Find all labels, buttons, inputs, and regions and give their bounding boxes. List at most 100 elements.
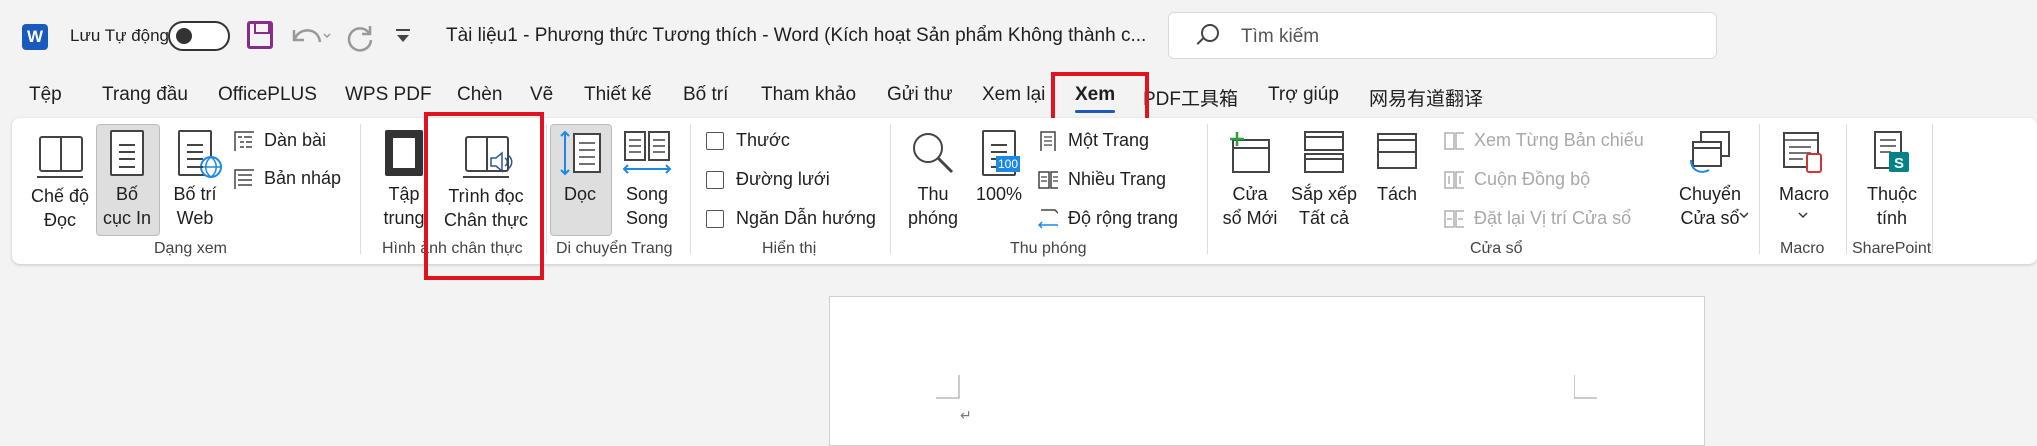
tab-references[interactable]: Tham khảo bbox=[761, 84, 856, 106]
margin-corner-right bbox=[1574, 375, 1597, 399]
svg-text:S: S bbox=[1894, 155, 1904, 172]
checkbox-icon bbox=[706, 170, 724, 189]
arrange-all-button[interactable]: Sắp xếp Tất cả bbox=[1288, 130, 1360, 230]
tab-help[interactable]: Trợ giúp bbox=[1268, 84, 1339, 106]
print-layout-label: Bố cục In bbox=[102, 184, 152, 228]
separator bbox=[1932, 124, 1933, 254]
customize-toolbar-icon[interactable] bbox=[393, 27, 415, 47]
navigation-pane-label: Ngăn Dẫn hướng bbox=[736, 208, 876, 228]
tab-wps-pdf[interactable]: WPS PDF bbox=[345, 84, 432, 106]
tab-home[interactable]: Trang đầu bbox=[102, 84, 188, 106]
search-box[interactable]: Tìm kiếm bbox=[1168, 12, 1717, 59]
sharepoint-properties-icon: S bbox=[1869, 130, 1915, 176]
reset-window-position-button[interactable]: Đặt lại Vị trí Cửa sổ bbox=[1444, 208, 1631, 229]
page-width-button[interactable]: Độ rộng trang bbox=[1038, 208, 1178, 229]
margin-corner-left bbox=[936, 375, 960, 399]
separator bbox=[1207, 124, 1208, 254]
immersive-reader-button[interactable]: Trình đọc Chân thực bbox=[438, 130, 534, 232]
redo-icon[interactable] bbox=[346, 20, 378, 52]
multiple-pages-button[interactable]: Nhiều Trang bbox=[1038, 169, 1166, 190]
group-label-immersive: Hình ảnh chân thực bbox=[382, 240, 523, 257]
separator bbox=[546, 124, 547, 254]
one-page-button[interactable]: Một Trang bbox=[1038, 130, 1149, 151]
tab-file[interactable]: Tệp bbox=[29, 84, 62, 106]
one-page-icon bbox=[1040, 130, 1056, 151]
macros-icon bbox=[1781, 130, 1827, 176]
arrange-all-icon bbox=[1301, 130, 1347, 176]
zoom-100-badge: 100 bbox=[996, 156, 1021, 172]
zoom-button[interactable]: Thu phóng bbox=[902, 130, 964, 230]
view-side-by-side-button[interactable]: Xem Từng Bản chiếu bbox=[1444, 130, 1644, 151]
separator bbox=[1846, 124, 1847, 254]
outline-label: Dàn bài bbox=[264, 130, 327, 150]
vertical-button[interactable]: Dọc bbox=[552, 130, 608, 206]
switch-windows-dropdown-icon[interactable] bbox=[1738, 210, 1750, 220]
gridlines-checkbox[interactable]: Đường lưới bbox=[706, 169, 830, 190]
new-window-button[interactable]: Cửa sổ Mới bbox=[1216, 130, 1284, 230]
side-to-side-button[interactable]: Song Song bbox=[618, 130, 676, 230]
tab-youdao-translate[interactable]: 网易有道翻译 bbox=[1369, 84, 1483, 111]
page-width-icon bbox=[1038, 208, 1058, 229]
navigation-pane-checkbox[interactable]: Ngăn Dẫn hướng bbox=[706, 208, 876, 229]
tab-officeplus[interactable]: OfficePLUS bbox=[218, 84, 317, 106]
group-label-zoom: Thu phóng bbox=[1010, 240, 1087, 257]
word-app-icon[interactable]: W bbox=[22, 24, 54, 50]
tab-mailings[interactable]: Gửi thư bbox=[887, 84, 953, 106]
globe-page-icon bbox=[178, 130, 222, 178]
tab-view[interactable]: Xem bbox=[1075, 84, 1116, 113]
draft-button[interactable]: Bản nháp bbox=[234, 168, 341, 189]
tab-review[interactable]: Xem lại bbox=[982, 84, 1045, 106]
focus-button[interactable]: Tập trung bbox=[376, 130, 432, 230]
read-mode-label: Chế độ Đọc bbox=[30, 186, 90, 230]
split-button[interactable]: Tách bbox=[1366, 130, 1428, 206]
sync-scroll-icon bbox=[1444, 170, 1464, 189]
side-by-side-icon bbox=[1444, 131, 1464, 150]
zoom-100-icon: 100 bbox=[982, 130, 1021, 176]
magnifier-icon bbox=[910, 130, 956, 176]
draft-label: Bản nháp bbox=[264, 168, 342, 188]
zoom-100-button[interactable]: 100 100% bbox=[970, 130, 1028, 206]
ruler-checkbox[interactable]: Thước bbox=[706, 130, 790, 151]
web-layout-button[interactable]: Bố trí Web bbox=[162, 130, 228, 230]
tab-layout[interactable]: Bố trí bbox=[683, 84, 728, 106]
page-icon bbox=[110, 130, 144, 176]
switch-windows-label: Chuyển Cửa sổ bbox=[1678, 184, 1742, 228]
checkbox-icon bbox=[706, 131, 724, 150]
multiple-pages-label: Nhiều Trang bbox=[1068, 169, 1167, 189]
separator bbox=[690, 124, 691, 254]
page-width-label: Độ rộng trang bbox=[1068, 208, 1179, 228]
tab-draw[interactable]: Vẽ bbox=[530, 84, 553, 106]
autosave-toggle[interactable] bbox=[168, 21, 230, 51]
book-icon bbox=[37, 130, 83, 178]
save-icon[interactable] bbox=[247, 21, 273, 49]
ribbon-tabs: Tệp Trang đầu OfficePLUS WPS PDF Chèn Vẽ… bbox=[0, 78, 2037, 118]
group-label-views: Dạng xem bbox=[154, 240, 227, 257]
group-label-window: Cửa sổ bbox=[1470, 240, 1523, 257]
properties-button[interactable]: S Thuộc tính bbox=[1856, 130, 1928, 230]
immersive-reader-label: Trình đọc Chân thực bbox=[443, 186, 529, 230]
tab-insert[interactable]: Chèn bbox=[457, 84, 502, 106]
separator bbox=[360, 124, 361, 254]
print-layout-button[interactable]: Bố cục In bbox=[98, 130, 156, 230]
outline-button[interactable]: Dàn bài bbox=[234, 130, 326, 151]
one-page-label: Một Trang bbox=[1068, 130, 1150, 150]
checkbox-icon bbox=[706, 209, 724, 228]
zoom-100-label: 100% bbox=[975, 184, 1023, 204]
read-mode-button[interactable]: Chế độ Đọc bbox=[30, 130, 90, 232]
tab-pdf-toolbox[interactable]: PDF工具箱 bbox=[1143, 84, 1238, 111]
new-window-icon bbox=[1227, 130, 1273, 176]
document-page[interactable]: ↵ bbox=[829, 296, 1705, 446]
paragraph-mark: ↵ bbox=[960, 407, 972, 423]
undo-icon[interactable] bbox=[288, 20, 332, 52]
synchronous-scrolling-button[interactable]: Cuộn Đồng bộ bbox=[1444, 169, 1590, 190]
macros-dropdown-icon[interactable] bbox=[1797, 210, 1809, 220]
switch-windows-icon bbox=[1687, 130, 1733, 176]
properties-label: Thuộc tính bbox=[1866, 184, 1918, 228]
tab-design[interactable]: Thiết kế bbox=[584, 84, 652, 106]
macros-button[interactable]: Macro bbox=[1772, 130, 1836, 206]
document-title: Tài liệu1 - Phương thức Tương thích - Wo… bbox=[446, 25, 1147, 46]
ruler-label: Thước bbox=[736, 130, 790, 150]
immersive-reader-icon bbox=[463, 130, 513, 178]
macros-label: Macro bbox=[1778, 184, 1829, 204]
side-to-side-label: Song Song bbox=[625, 184, 669, 228]
